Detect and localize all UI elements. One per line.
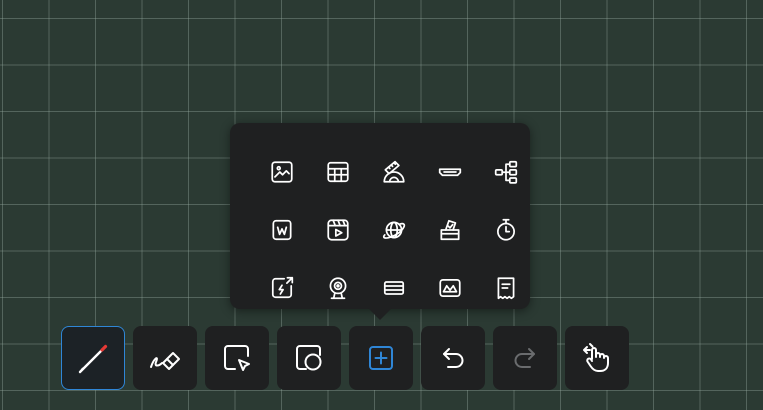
ruler-protractor-icon	[383, 160, 405, 183]
insert-menu-popup	[230, 123, 530, 309]
undo-button[interactable]	[421, 326, 485, 390]
insert-menu-pointer	[368, 308, 392, 320]
insert-flash-note-button[interactable]	[254, 259, 310, 317]
insert-hdmi-button[interactable]	[422, 143, 478, 201]
pen-icon	[78, 344, 108, 374]
bottom-toolbar	[61, 326, 629, 390]
receipt-icon	[497, 277, 515, 300]
undo-icon	[443, 348, 464, 368]
insert-icon	[369, 346, 393, 370]
ballot-box-icon	[440, 219, 460, 241]
select-button[interactable]	[205, 326, 269, 390]
eraser-icon	[150, 352, 180, 370]
insert-word-doc-button[interactable]	[254, 201, 310, 259]
flash-note-icon	[271, 276, 294, 299]
insert-image-button[interactable]	[254, 143, 310, 201]
picture-frame-icon	[439, 279, 461, 297]
globe-icon	[382, 221, 406, 239]
insert-ruler-button[interactable]	[366, 143, 422, 201]
eraser-button[interactable]	[133, 326, 197, 390]
insert-mind-map-button[interactable]	[478, 143, 534, 201]
image-icon	[271, 161, 293, 183]
video-icon	[327, 219, 349, 241]
gesture-icon	[583, 343, 609, 372]
insert-note-button[interactable]	[478, 259, 534, 317]
insert-button[interactable]	[349, 326, 413, 390]
list-icon	[383, 281, 405, 295]
redo-icon	[514, 348, 535, 368]
shapes-button[interactable]	[277, 326, 341, 390]
webcam-icon	[329, 277, 347, 300]
insert-web-button[interactable]	[366, 201, 422, 259]
redo-button[interactable]	[493, 326, 557, 390]
insert-timer-button[interactable]	[478, 201, 534, 259]
select-icon	[224, 345, 250, 371]
gesture-button[interactable]	[565, 326, 629, 390]
insert-camera-button[interactable]	[310, 259, 366, 317]
insert-menu-grid	[254, 143, 534, 317]
pen-button[interactable]	[61, 326, 125, 390]
shapes-icon	[296, 345, 322, 371]
stopwatch-icon	[497, 218, 515, 241]
insert-vote-button[interactable]	[422, 201, 478, 259]
insert-table-button[interactable]	[310, 143, 366, 201]
word-document-icon	[272, 219, 292, 241]
table-icon	[327, 161, 349, 183]
mind-map-icon	[494, 160, 518, 184]
insert-picture-button[interactable]	[422, 259, 478, 317]
hdmi-icon	[438, 168, 462, 177]
insert-video-button[interactable]	[310, 201, 366, 259]
